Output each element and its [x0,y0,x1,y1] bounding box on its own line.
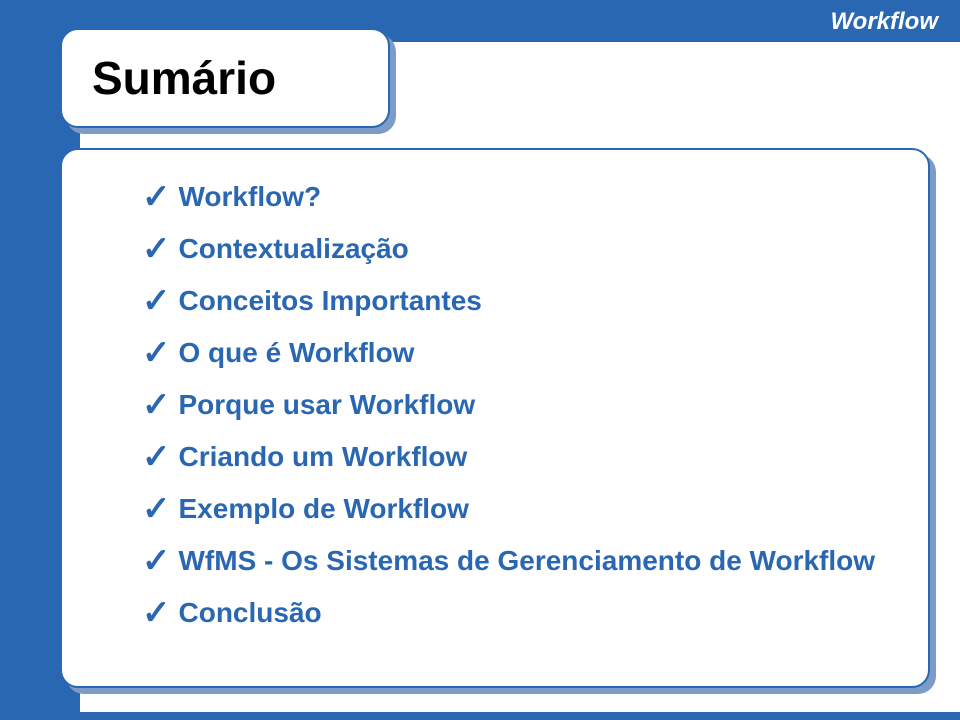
list-item: ✓ Conclusão [142,596,888,630]
list-item-label: WfMS - Os Sistemas de Gerenciamento de W… [179,545,876,577]
summary-list: ✓ Workflow? ✓ Contextualização ✓ Conceit… [142,180,888,630]
header-tag: Workflow [830,8,938,36]
page-title: Sumário [92,51,276,105]
list-item: ✓ Exemplo de Workflow [142,492,888,526]
list-item-label: Conceitos Importantes [179,285,482,317]
list-item: ✓ O que é Workflow [142,336,888,370]
list-item: ✓ WfMS - Os Sistemas de Gerenciamento de… [142,544,888,578]
content-frame-inner: ✓ Workflow? ✓ Contextualização ✓ Conceit… [60,148,930,688]
check-icon: ✓ [142,284,171,318]
check-icon: ✓ [142,492,171,526]
list-item-label: O que é Workflow [179,337,415,369]
list-item: ✓ Contextualização [142,232,888,266]
list-item-label: Porque usar Workflow [179,389,476,421]
list-item: ✓ Workflow? [142,180,888,214]
list-item-label: Conclusão [179,597,322,629]
list-item: ✓ Conceitos Importantes [142,284,888,318]
list-item-label: Contextualização [179,233,409,265]
check-icon: ✓ [142,336,171,370]
list-item-label: Workflow? [179,181,322,213]
list-item: ✓ Criando um Workflow [142,440,888,474]
check-icon: ✓ [142,388,171,422]
check-icon: ✓ [142,180,171,214]
check-icon: ✓ [142,440,171,474]
content-frame: ✓ Workflow? ✓ Contextualização ✓ Conceit… [60,148,930,688]
list-item: ✓ Porque usar Workflow [142,388,888,422]
list-item-label: Exemplo de Workflow [179,493,469,525]
check-icon: ✓ [142,232,171,266]
check-icon: ✓ [142,544,171,578]
title-box: Sumário [60,28,390,128]
title-box-inner: Sumário [60,28,390,128]
check-icon: ✓ [142,596,171,630]
list-item-label: Criando um Workflow [179,441,468,473]
footer-accent [80,712,960,720]
